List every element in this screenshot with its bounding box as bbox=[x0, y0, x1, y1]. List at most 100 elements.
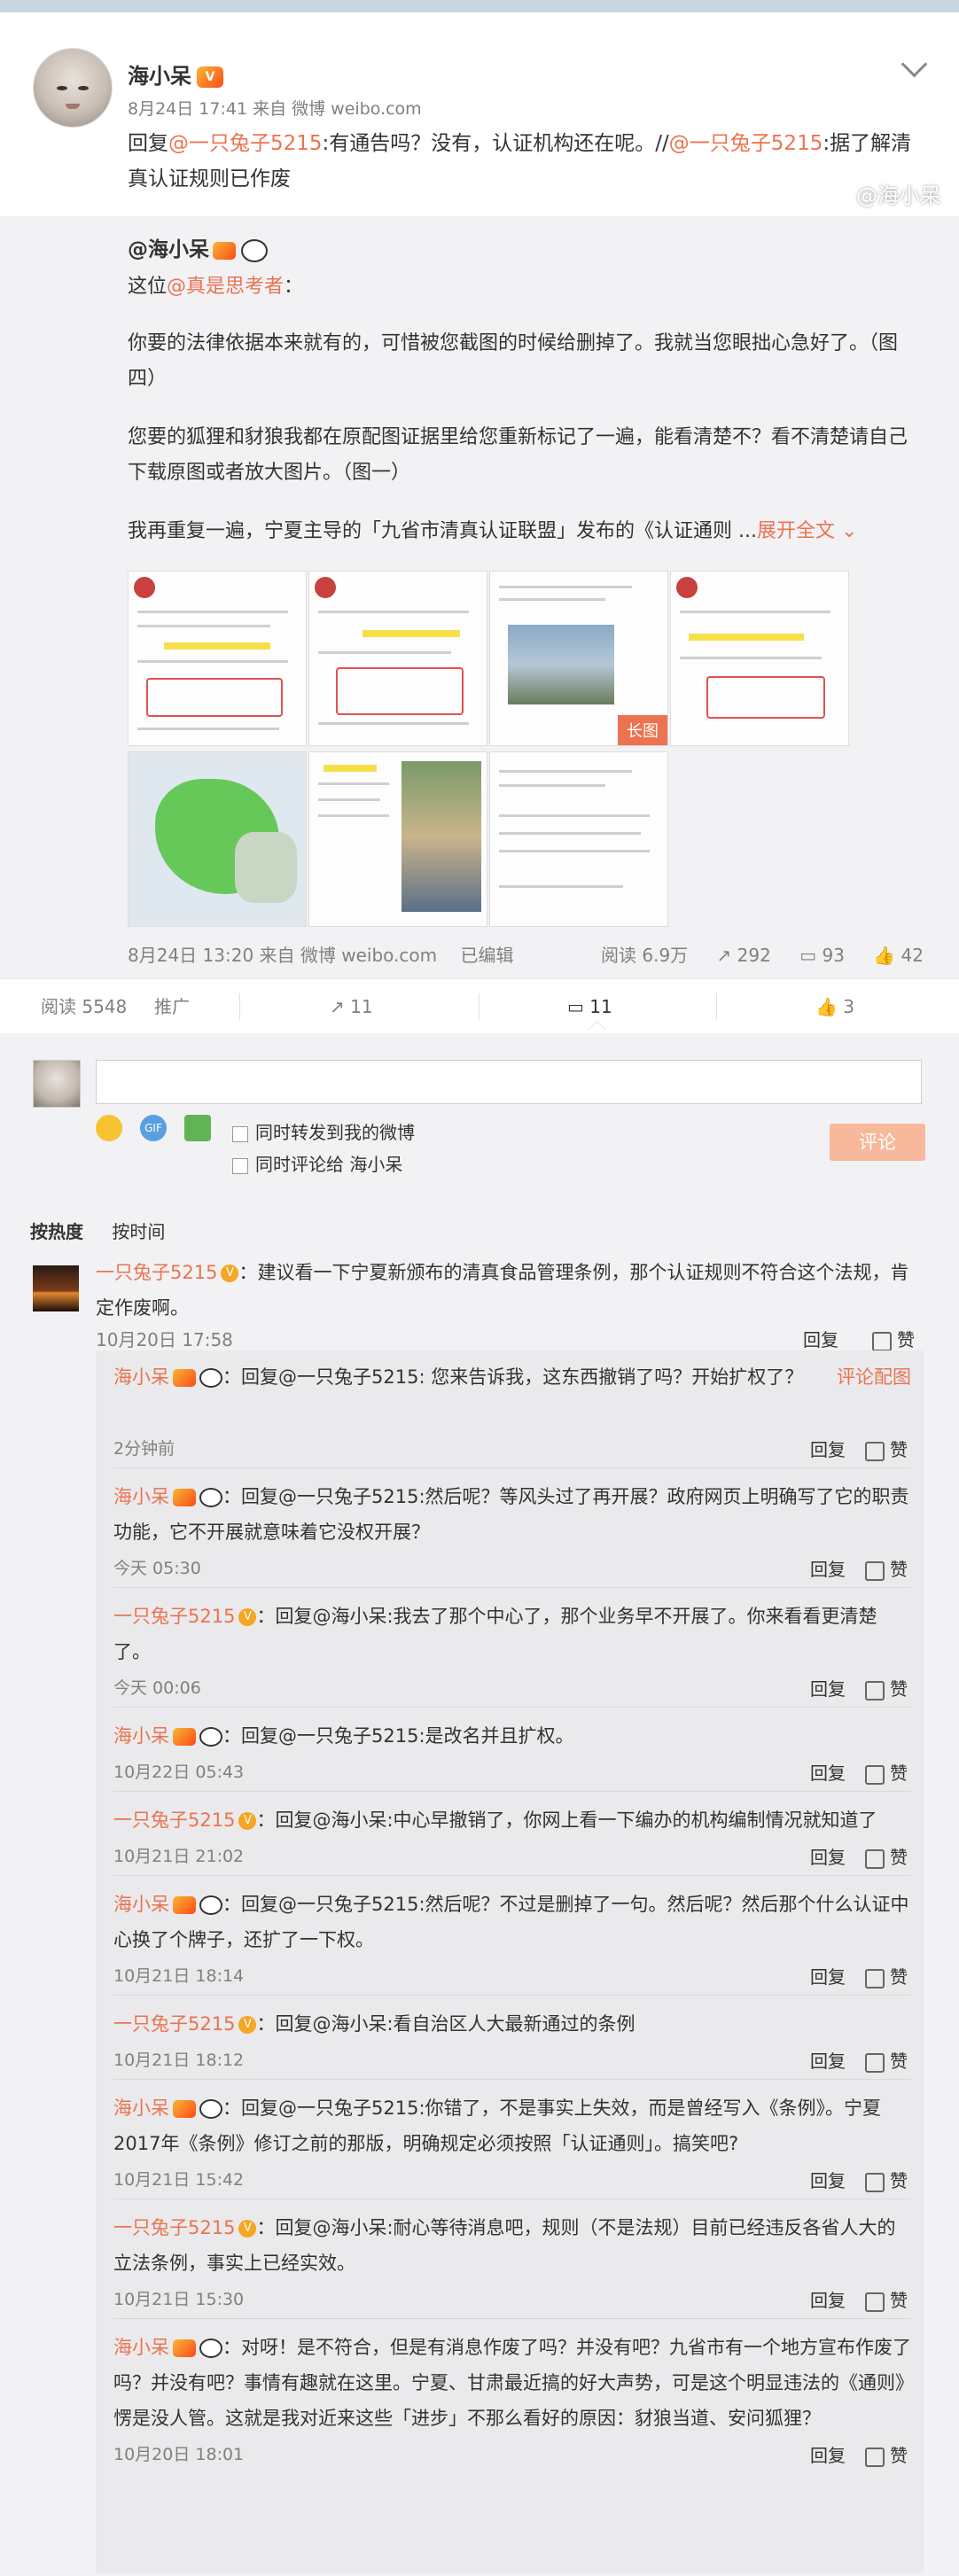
verified-icon: V bbox=[221, 1265, 239, 1282]
reply-actions: 回复赞 bbox=[810, 2167, 908, 2192]
reply-time: 10月21日 18:14 bbox=[113, 1966, 245, 1986]
sort-tabs: 按热度 按时间 bbox=[30, 1218, 165, 1243]
like-link[interactable]: 赞 bbox=[865, 1439, 908, 1461]
repost-button[interactable]: ↗ 11 bbox=[330, 979, 373, 1034]
like-link[interactable]: 赞 bbox=[872, 1326, 915, 1351]
reply-link[interactable]: 回复 bbox=[810, 1439, 846, 1460]
like-link[interactable]: 赞 bbox=[865, 2051, 908, 2073]
reply-link[interactable]: 回复 bbox=[810, 1763, 846, 1784]
like-link[interactable]: 赞 bbox=[865, 1763, 908, 1785]
reply-time: 10月21日 15:30 bbox=[113, 2290, 245, 2309]
reply-time: 今天 00:06 bbox=[113, 1678, 201, 1698]
image-thumb[interactable] bbox=[670, 571, 849, 746]
reply-author[interactable]: 一只兔子5215 bbox=[113, 1809, 235, 1831]
original-para2: 您要的狐狸和豺狼我都在原配图证据里给您重新标记了一遍，能看清楚不？看不清楚请自己… bbox=[128, 426, 908, 484]
emoji-icon[interactable] bbox=[96, 1115, 122, 1141]
mention-link[interactable]: @一只兔子5215 bbox=[168, 132, 323, 155]
image-thumb[interactable]: 长图 bbox=[489, 571, 668, 746]
reply-author[interactable]: 一只兔子5215 bbox=[113, 2217, 235, 2238]
checkbox-repost[interactable]: 同时转发到我的微博 bbox=[232, 1118, 415, 1144]
reply-item: 海小呆 ：回复@一只兔子5215:你错了，不是事实上失效，而是曾经写入《条例》。宁… bbox=[113, 2090, 911, 2199]
like-link[interactable]: 赞 bbox=[865, 1847, 908, 1869]
weibo-card: 海小呆 V 8月24日 17:41 来自 微博 weibo.com 回复@一只兔子… bbox=[0, 12, 959, 2576]
mention-link[interactable]: @真是思考者 bbox=[167, 276, 284, 298]
comment-button[interactable]: ▭ 11 bbox=[567, 979, 612, 1034]
reply-author[interactable]: 海小呆 bbox=[113, 1366, 169, 1388]
comment-author[interactable]: 一只兔子5215 bbox=[96, 1262, 217, 1283]
reply-link[interactable]: 回复 bbox=[810, 2290, 846, 2311]
thumb-up-icon bbox=[865, 1441, 885, 1461]
thumb-up-icon bbox=[865, 2292, 885, 2312]
reply-link[interactable]: 回复 bbox=[810, 1966, 846, 1988]
image-thumb[interactable] bbox=[128, 571, 307, 746]
long-image-badge: 长图 bbox=[618, 715, 667, 745]
comment-text: 一只兔子5215 V ：建议看一下宁夏新颁布的清真食品管理条例，那个认证规则不符合这… bbox=[96, 1262, 909, 1319]
like-link[interactable]: 赞 bbox=[865, 1559, 908, 1581]
comment-icon[interactable]: ▭ 93 bbox=[799, 945, 845, 966]
reply-item: 海小呆 ：回复@一只兔子5215:然后呢？等风头过了再开展？政府网页上明确写了它的… bbox=[113, 1479, 911, 1588]
reply-time: 2分钟前 bbox=[113, 1439, 175, 1459]
like-link[interactable]: 赞 bbox=[865, 1678, 908, 1700]
reply-author[interactable]: 海小呆 bbox=[113, 1725, 169, 1747]
thumb-up-icon bbox=[865, 1680, 885, 1700]
chevron-down-icon[interactable] bbox=[901, 51, 928, 78]
reply-author[interactable]: 海小呆 bbox=[113, 2337, 169, 2358]
comment-input[interactable] bbox=[96, 1060, 922, 1104]
avatar[interactable] bbox=[33, 1265, 79, 1311]
like-link[interactable]: 赞 bbox=[865, 2290, 908, 2312]
checkbox-comment-to[interactable]: 同时评论给 海小呆 bbox=[232, 1150, 402, 1176]
avatar bbox=[33, 1060, 81, 1108]
reply-author[interactable]: 海小呆 bbox=[113, 1894, 169, 1915]
verified-icon: V bbox=[238, 1608, 257, 1626]
reply-link[interactable]: 回复 bbox=[810, 2170, 846, 2191]
reply-text: 一只兔子5215 V ：回复@海小呆:耐心等待消息吧，规则（不是法规）目前已经违反各… bbox=[113, 2217, 896, 2274]
post-header: 海小呆 V 8月24日 17:41 来自 微博 weibo.com 回复@一只兔子… bbox=[0, 12, 959, 216]
original-author[interactable]: @海小呆 bbox=[128, 232, 268, 262]
reply-link[interactable]: 回复 bbox=[803, 1326, 838, 1351]
reply-link[interactable]: 回复 bbox=[810, 1847, 846, 1868]
image-thumb[interactable] bbox=[489, 751, 668, 927]
tab-hot[interactable]: 按热度 bbox=[30, 1221, 83, 1242]
reply-actions: 回复赞 bbox=[810, 1675, 908, 1700]
reply-time: 10月20日 18:01 bbox=[113, 2445, 245, 2464]
vip-badge-icon bbox=[173, 2100, 196, 2118]
reply-author[interactable]: 海小呆 bbox=[113, 1486, 169, 1507]
reply-author[interactable]: 一只兔子5215 bbox=[113, 2013, 235, 2035]
reply-link[interactable]: 回复 bbox=[810, 1678, 846, 1700]
reply-link[interactable]: 回复 bbox=[810, 2051, 846, 2072]
quoted-original: @海小呆 这位@真是思考者： 你要的法律依据本来就有的，可惜被您截图的时候给删掉… bbox=[0, 216, 959, 978]
post-meta: 8月24日 17:41 来自 微博 weibo.com bbox=[128, 99, 422, 119]
image-upload-icon[interactable] bbox=[184, 1115, 211, 1141]
comment-image-link[interactable]: 评论配图 bbox=[837, 1359, 911, 1395]
repost-icon[interactable]: ↗ 292 bbox=[717, 945, 771, 966]
tab-time[interactable]: 按时间 bbox=[112, 1221, 165, 1242]
reply-author[interactable]: 一只兔子5215 bbox=[113, 1606, 235, 1627]
like-button[interactable]: 👍 3 bbox=[815, 979, 854, 1034]
original-line1: 这位@真是思考者： bbox=[128, 276, 304, 298]
like-link[interactable]: 赞 bbox=[865, 2170, 908, 2192]
reply-item: 海小呆 ：回复@一只兔子5215:是改名并且扩权。 10月22日 05:43 回复赞 bbox=[113, 1718, 911, 1792]
map-thumb[interactable] bbox=[128, 751, 307, 927]
panda-icon bbox=[199, 1368, 222, 1388]
avatar[interactable] bbox=[33, 48, 113, 128]
image-thumb[interactable] bbox=[308, 751, 487, 927]
submit-comment-button[interactable]: 评论 bbox=[830, 1124, 925, 1161]
like-link[interactable]: 赞 bbox=[865, 2445, 908, 2467]
verified-icon: V bbox=[238, 2220, 257, 2237]
thumb-up-icon bbox=[865, 2052, 885, 2073]
reply-text: 海小呆 ：回复@一只兔子5215:然后呢？等风头过了再开展？政府网页上明确写了它的… bbox=[113, 1486, 909, 1543]
reply-item: 评论配图 海小呆 ：回复@一只兔子5215: 您来告诉我，这东西撤销了吗？开始扩权了… bbox=[113, 1359, 911, 1468]
reply-author[interactable]: 海小呆 bbox=[113, 2097, 169, 2119]
thumb-up-icon bbox=[865, 1560, 885, 1581]
like-icon[interactable]: 👍 42 bbox=[873, 945, 924, 966]
mention-link[interactable]: @一只兔子5215 bbox=[669, 132, 823, 155]
reply-link[interactable]: 回复 bbox=[810, 1559, 846, 1580]
author-name[interactable]: 海小呆 V bbox=[128, 58, 223, 89]
promote-link[interactable]: 推广 bbox=[154, 979, 190, 1034]
like-link[interactable]: 赞 bbox=[865, 1966, 908, 1988]
expand-link[interactable]: 展开全文 ⌄ bbox=[757, 520, 857, 542]
gif-icon[interactable]: GIF bbox=[140, 1115, 167, 1141]
image-thumb[interactable] bbox=[308, 571, 487, 746]
reply-time: 今天 05:30 bbox=[113, 1559, 201, 1578]
reply-link[interactable]: 回复 bbox=[810, 2445, 846, 2466]
